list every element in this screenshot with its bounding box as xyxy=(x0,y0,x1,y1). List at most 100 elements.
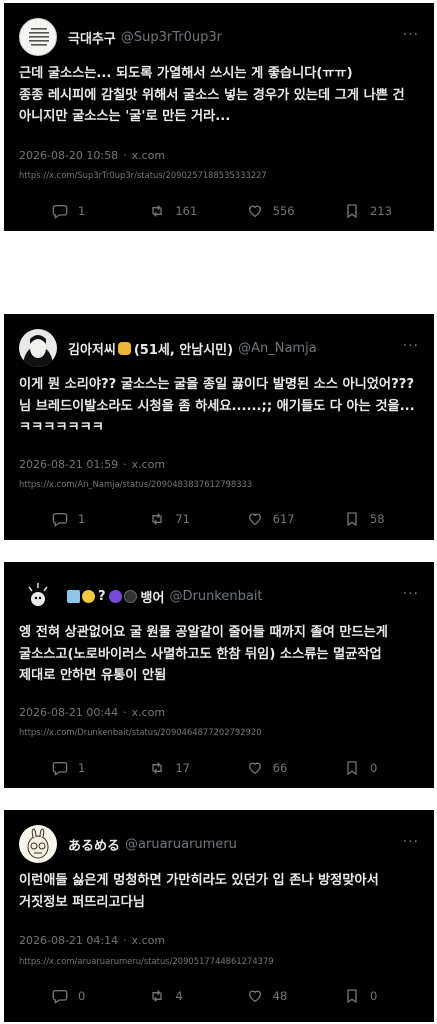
like-button[interactable]: 556 xyxy=(247,203,317,219)
bookmark-count: 0 xyxy=(369,989,378,1003)
reply-count: 1 xyxy=(78,761,86,775)
avatar[interactable] xyxy=(19,18,57,56)
timestamp[interactable]: 2026-08-21 04:14 xyxy=(19,934,118,947)
source-label: x.com xyxy=(131,706,166,719)
bookmark-button[interactable]: 58 xyxy=(344,511,394,527)
more-options-icon[interactable]: ··· xyxy=(403,834,419,850)
action-bar: 1 71 617 58 xyxy=(52,511,394,527)
repost-button[interactable]: 17 xyxy=(149,760,219,776)
bookmark-count: 0 xyxy=(369,761,378,775)
reply-count: 1 xyxy=(78,204,86,218)
action-bar: 1 17 66 0 xyxy=(52,760,394,776)
display-name[interactable]: 극대추구 xyxy=(68,28,116,47)
reply-icon xyxy=(52,990,68,1004)
like-button[interactable]: 617 xyxy=(247,511,317,527)
bookmark-count: 58 xyxy=(369,512,385,526)
user-handle[interactable]: @Drunkenbait xyxy=(169,589,262,604)
repost-icon xyxy=(152,762,162,774)
timestamp[interactable]: 2026-08-21 01:59 xyxy=(19,458,118,471)
reply-icon xyxy=(52,205,68,219)
reply-button[interactable]: 1 xyxy=(52,511,122,527)
tweet-text: 이게 뭔 소리야?? 굴소스는 굴을 종일 끓이다 발명된 소스 아니었어???… xyxy=(19,377,419,435)
user-handle[interactable]: @aruaruarumeru xyxy=(125,837,237,852)
user-handle[interactable]: @An_Namja xyxy=(238,341,317,356)
reply-count: 0 xyxy=(78,989,86,1003)
like-count: 617 xyxy=(272,512,295,526)
bookmark-count: 213 xyxy=(369,204,392,218)
tweet-card[interactable]: あるめる @aruaruarumeru ··· 이런애들 싫은게 멍청하면 가만… xyxy=(4,810,434,1022)
tweet-url[interactable]: https://x.com/An_Namja/status/2090483837… xyxy=(19,479,252,489)
reply-icon xyxy=(52,513,68,527)
bookmark-icon xyxy=(347,512,357,527)
bookmark-button[interactable]: 213 xyxy=(344,203,394,219)
like-count: 48 xyxy=(272,989,288,1003)
tweet-url[interactable]: https://x.com/Drunkenbait/status/2090464… xyxy=(19,727,262,737)
tweet-header: ? 뱅어 @Drunkenbait ··· xyxy=(19,576,419,616)
tweet-meta: 2026-08-20 10:58 · x.com xyxy=(19,149,166,162)
reply-icon xyxy=(52,762,68,776)
bookmark-button[interactable]: 0 xyxy=(344,760,394,776)
radioactive-emoji-icon xyxy=(82,589,95,603)
tweet-header: 극대추구 @Sup3rTr0up3r ··· xyxy=(19,17,419,57)
tweet-text: 이런애들 싫은게 멍청하면 가만히라도 있던가 입 존나 방정맞아서 거짓정보 … xyxy=(19,873,384,910)
tweet-meta: 2026-08-21 04:14 · x.com xyxy=(19,934,166,947)
like-icon xyxy=(248,513,261,526)
more-options-icon[interactable]: ··· xyxy=(403,338,419,354)
tweet-text: 근데 굴소스는... 되도록 가열해서 쓰시는 게 좋습니다(ㅠㅠ) 종종 레시… xyxy=(19,66,405,124)
repost-count: 4 xyxy=(175,989,183,1003)
tweet-url[interactable]: https://x.com/aruaruarumeru/status/20905… xyxy=(19,956,274,966)
repost-count: 17 xyxy=(175,761,190,775)
question-mark-emoji: ? xyxy=(98,588,106,604)
like-button[interactable]: 66 xyxy=(247,760,317,776)
source-label: x.com xyxy=(131,934,166,947)
bookmark-icon xyxy=(347,989,357,1004)
like-icon xyxy=(248,762,261,775)
user-handle[interactable]: @Sup3rTr0up3r xyxy=(121,30,222,45)
repost-count: 161 xyxy=(175,204,198,218)
action-bar: 1 161 556 213 xyxy=(52,203,394,219)
tweet-url[interactable]: https://x.com/Sup3rTr0up3r/status/209025… xyxy=(19,170,267,180)
repost-icon xyxy=(152,513,162,525)
repost-button[interactable]: 161 xyxy=(149,203,219,219)
bookmark-icon xyxy=(347,204,357,219)
repost-icon xyxy=(152,990,162,1002)
tweet-card[interactable]: 김아저씨 (51세, 안남시민) @An_Namja ··· 이게 뭔 소리야?… xyxy=(4,314,434,540)
like-icon xyxy=(248,990,261,1003)
tweet-card[interactable]: ? 뱅어 @Drunkenbait ··· 엥 전혀 상관없어요 굴 원물 공알… xyxy=(4,562,434,788)
reply-button[interactable]: 1 xyxy=(52,203,122,219)
avatar[interactable] xyxy=(19,329,57,367)
repost-button[interactable]: 71 xyxy=(149,511,219,527)
tweet-header: あるめる @aruaruarumeru ··· xyxy=(19,824,419,864)
hand-emoji-icon xyxy=(117,341,131,355)
source-label: x.com xyxy=(131,458,166,471)
avatar[interactable] xyxy=(19,577,57,615)
reply-button[interactable]: 0 xyxy=(52,988,122,1004)
bomb-emoji-icon xyxy=(123,589,137,603)
avatar[interactable] xyxy=(19,825,57,863)
like-button[interactable]: 48 xyxy=(247,988,317,1004)
reply-button[interactable]: 1 xyxy=(52,760,122,776)
bookmark-button[interactable]: 0 xyxy=(344,988,394,1004)
tweet-meta: 2026-08-21 01:59 · x.com xyxy=(19,458,166,471)
more-options-icon[interactable]: ··· xyxy=(403,27,419,43)
repost-count: 71 xyxy=(175,512,190,526)
tweet-meta: 2026-08-21 00:44 · x.com xyxy=(19,706,166,719)
repost-button[interactable]: 4 xyxy=(149,988,219,1004)
virus-emoji-icon xyxy=(108,589,122,603)
more-options-icon[interactable]: ··· xyxy=(403,586,419,602)
display-name[interactable]: あるめる xyxy=(68,835,120,854)
timestamp[interactable]: 2026-08-21 00:44 xyxy=(19,706,118,719)
display-name[interactable]: 뱅어 xyxy=(141,587,165,606)
bookmark-icon xyxy=(347,761,357,776)
tweet-card[interactable]: 극대추구 @Sup3rTr0up3r ··· 근데 굴소스는... 되도록 가열… xyxy=(4,3,434,231)
source-label: x.com xyxy=(131,149,166,162)
tweet-header: 김아저씨 (51세, 안남시민) @An_Namja ··· xyxy=(19,328,419,368)
timestamp[interactable]: 2026-08-20 10:58 xyxy=(19,149,118,162)
action-bar: 0 4 48 0 xyxy=(52,988,394,1004)
like-icon xyxy=(248,205,261,218)
tweet-text: 엥 전혀 상관없어요 굴 원물 공알같이 줄어들 때까지 졸여 만드는게 굴소스… xyxy=(19,625,393,683)
display-name-suffix[interactable]: (51세, 안남시민) xyxy=(134,339,233,358)
reply-count: 1 xyxy=(78,512,86,526)
display-name[interactable]: 김아저씨 xyxy=(68,339,116,358)
like-count: 66 xyxy=(272,761,288,775)
